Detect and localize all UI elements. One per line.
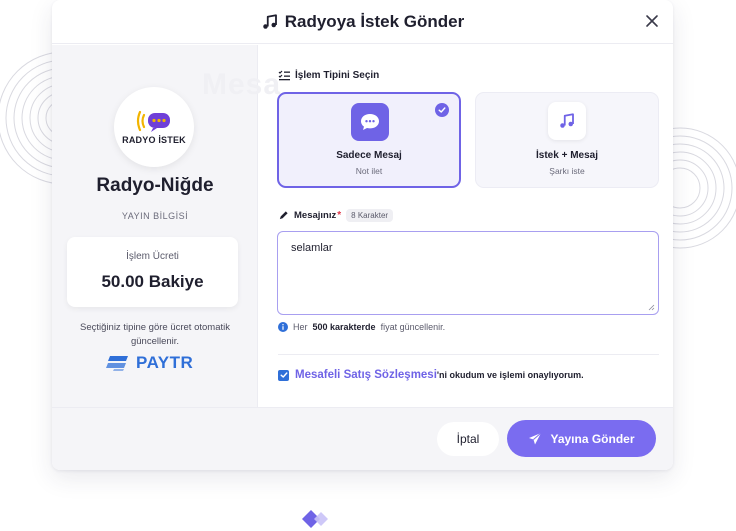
modal-header: Radyoya İstek Gönder [52,0,673,44]
request-modal: Radyoya İstek Gönder RADYO İSTEK Radyo-N… [52,0,673,470]
background-watermark: Mesa [202,68,282,101]
checkmark-icon [280,372,287,378]
card-subtitle: Not ilet [355,166,383,176]
type-card-message-only[interactable]: Sadece Mesaj Not ilet [277,92,461,188]
char-count-badge: 8 Karakter [346,209,394,222]
music-note-icon [262,13,277,29]
paytr-icon [106,356,128,371]
message-value: selamlar [291,242,333,254]
fee-card: İşlem Ücreti 50.00 Bakiye [67,237,238,307]
card-icon-box [351,103,389,141]
page: Radyoya İstek Gönder RADYO İSTEK Radyo-N… [0,0,736,531]
info-suffix: fiyat güncellenir. [380,322,446,332]
paytr-logo: PAYTR [106,353,193,373]
agreement-link[interactable]: Mesafeli Satış Sözleşmesi [295,369,437,381]
divider [278,354,659,355]
cancel-button[interactable]: İptal [437,422,499,456]
message-input[interactable]: selamlar [277,231,659,315]
info-prefix: Her [293,322,308,332]
send-button-label: Yayına Gönder [550,431,635,446]
close-icon [646,15,658,27]
message-label-row: Mesajınız * 8 Karakter [278,209,394,222]
price-info: Her 500 karakterde fiyat güncellenir. [278,322,445,332]
send-button[interactable]: Yayına Gönder [507,420,656,457]
list-check-icon [278,70,290,81]
station-logo: RADYO İSTEK [114,87,194,167]
card-title: İstek + Mesaj [536,150,598,161]
chat-bubble-icon [361,114,379,130]
info-icon [278,322,288,332]
music-note-icon [560,113,574,128]
fee-note: Seçtiğiniz tipine göre ücret otomatik gü… [80,322,230,347]
agreement-checkbox[interactable] [278,369,289,381]
selected-check-icon [435,103,449,117]
resize-handle-icon[interactable] [648,304,655,311]
section-title: İşlem Tipini Seçin [278,70,379,81]
modal-footer: İptal Yayına Gönder [52,407,673,470]
radio-request-logo-icon [136,110,170,132]
agreement-text: 'ni okudum ve işlemi onaylıyorum. [436,370,584,380]
type-card-request-message[interactable]: İstek + Mesaj Şarkı iste [475,92,659,188]
modal-title-wrap: Radyoya İstek Gönder [261,11,465,32]
send-icon [529,432,542,444]
pen-icon [279,211,288,220]
info-bold: 500 karakterde [312,322,376,332]
paytr-text: PAYTR [136,353,194,372]
brand-mark-icon [302,510,328,528]
broadcast-info-link[interactable]: YAYIN BİLGİSİ [52,211,258,221]
card-icon-box [548,102,586,140]
decorative-rings-right [670,127,736,249]
card-subtitle: Şarkı iste [549,166,585,176]
fee-label: İşlem Ücreti [126,251,179,262]
station-name: Radyo-Niğde [96,175,214,196]
card-title: Sadece Mesaj [336,150,402,161]
agreement-row: Mesafeli Satış Sözleşmesi 'ni okudum ve … [278,369,584,381]
message-label: Mesajınız [294,210,337,221]
modal-title: Radyoya İstek Gönder [284,11,465,31]
required-mark: * [337,210,342,221]
fee-value: 50.00 Bakiye [101,272,204,291]
section-title-text: İşlem Tipini Seçin [295,70,380,81]
logo-text: RADYO İSTEK [122,135,186,145]
close-button[interactable] [641,10,663,32]
